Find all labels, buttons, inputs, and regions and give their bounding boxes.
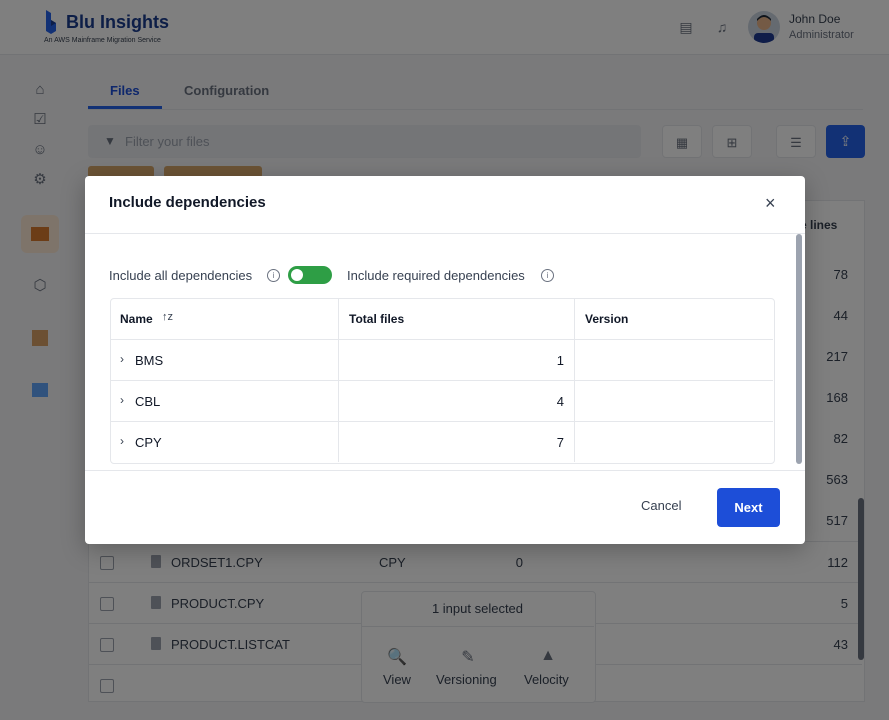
close-icon[interactable]: × xyxy=(765,194,776,212)
version-column-header: Version xyxy=(585,312,629,326)
dialog-header-divider xyxy=(85,233,805,234)
dialog-scrollbar[interactable] xyxy=(796,234,802,464)
dependency-name: CBL xyxy=(135,394,161,409)
chevron-right-icon[interactable]: › xyxy=(120,393,124,407)
row-divider xyxy=(111,339,773,340)
dependencies-table xyxy=(110,298,775,464)
cancel-button[interactable]: Cancel xyxy=(641,498,681,513)
name-column-header[interactable]: Name xyxy=(120,312,153,326)
dependency-name: CPY xyxy=(135,435,162,450)
chevron-right-icon[interactable]: › xyxy=(120,352,124,366)
dialog-title: Include dependencies xyxy=(109,194,266,211)
row-divider xyxy=(111,421,773,422)
toggle-knob xyxy=(291,269,303,281)
dialog-footer-divider xyxy=(85,470,805,471)
dependency-total: 4 xyxy=(556,394,564,409)
dependency-name: BMS xyxy=(135,353,164,368)
include-dependencies-dialog: Include dependencies × Include all depen… xyxy=(85,176,805,544)
next-button[interactable]: Next xyxy=(717,488,780,527)
row-divider xyxy=(111,380,773,381)
include-required-label: Include required dependencies xyxy=(347,268,525,283)
sort-icon[interactable]: ↑z xyxy=(162,311,173,323)
dependency-total: 1 xyxy=(556,353,564,368)
info-icon[interactable]: i xyxy=(541,269,554,282)
chevron-right-icon[interactable]: › xyxy=(120,434,124,448)
total-files-column-header: Total files xyxy=(349,312,405,326)
info-icon[interactable]: i xyxy=(267,269,280,282)
dependency-total: 7 xyxy=(556,435,564,450)
include-all-label: Include all dependencies xyxy=(109,268,253,283)
